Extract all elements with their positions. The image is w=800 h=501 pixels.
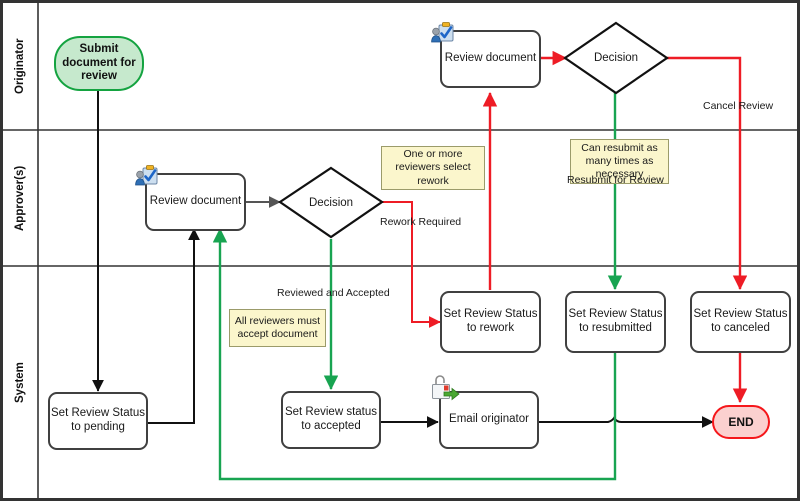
task-label: Review document bbox=[444, 52, 537, 65]
task-label: Set Review Status to resubmitted bbox=[568, 308, 663, 334]
task-set-status-pending[interactable]: Set Review Status to pending bbox=[48, 392, 148, 450]
end-event-label: END bbox=[728, 414, 754, 429]
gateway-originator-decision[interactable]: Decision bbox=[565, 23, 667, 93]
task-set-status-rework[interactable]: Set Review Status to rework bbox=[440, 291, 541, 353]
edge-label-rework-required: Rework Required bbox=[380, 216, 462, 228]
task-set-status-canceled[interactable]: Set Review Status to canceled bbox=[690, 291, 791, 353]
review-clipboard-icon bbox=[135, 165, 158, 186]
note-one-or-more-reviewers-select-rework: One or more reviewers select rework bbox=[381, 146, 485, 190]
task-label: Set Review Status to canceled bbox=[693, 308, 788, 334]
flow-email-to-end bbox=[538, 416, 714, 428]
task-set-status-resubmitted[interactable]: Set Review Status to resubmitted bbox=[565, 291, 666, 353]
gateway-label: Decision bbox=[593, 52, 639, 64]
lane-title-system: System bbox=[14, 362, 26, 403]
edge-label-cancel-review: Cancel Review bbox=[703, 100, 774, 112]
task-label: Review document bbox=[149, 195, 242, 208]
flow-decision-cancel-review bbox=[667, 56, 748, 290]
task-label: Email originator bbox=[449, 413, 529, 426]
review-clipboard-icon bbox=[431, 22, 454, 43]
start-event-submit-document[interactable]: Submit document for review bbox=[54, 36, 144, 91]
start-event-label: Submit document for review bbox=[62, 43, 136, 83]
edge-label-reviewed-and-accepted: Reviewed and Accepted bbox=[277, 287, 390, 299]
lane-title-originator: Originator bbox=[14, 38, 26, 94]
email-send-icon bbox=[432, 375, 460, 401]
note-all-reviewers-must-accept: All reviewers must accept document bbox=[229, 309, 326, 347]
end-event[interactable]: END bbox=[712, 405, 770, 439]
swimlane-diagram-canvas: Originator Approver(s) System Submit doc… bbox=[0, 0, 800, 501]
task-approver-review-document[interactable]: Review document bbox=[145, 173, 246, 231]
task-label: Set Review Status to rework bbox=[443, 308, 538, 334]
task-set-status-accepted[interactable]: Set Review status to accepted bbox=[281, 391, 381, 449]
gateway-approver-decision[interactable]: Decision bbox=[280, 168, 382, 238]
gateway-label: Decision bbox=[308, 197, 354, 209]
lane-title-approvers: Approver(s) bbox=[14, 165, 26, 231]
edge-label-resubmit-for-review: Resubmit for Review bbox=[567, 174, 664, 186]
task-label: Set Review Status to pending bbox=[51, 407, 145, 433]
flow-pending-to-approver-review bbox=[148, 228, 200, 424]
task-label: Set Review status to accepted bbox=[284, 406, 378, 432]
